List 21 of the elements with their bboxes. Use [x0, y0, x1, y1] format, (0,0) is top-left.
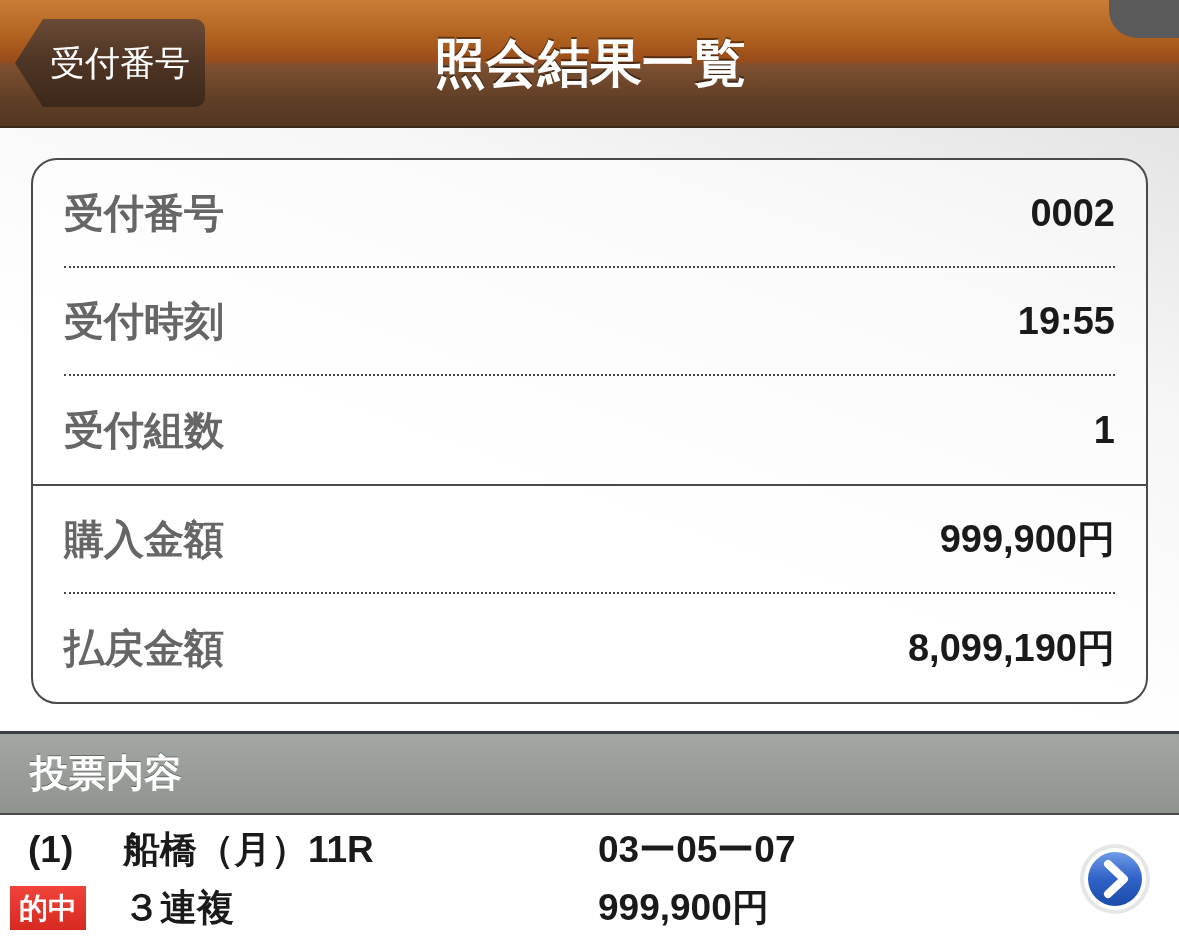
- field-value: 8,099,190円: [907, 625, 1115, 671]
- field-label: 受付組数: [64, 407, 224, 454]
- field-value: 0002: [1030, 190, 1115, 236]
- bet-number: (1): [27, 828, 75, 873]
- chevron-circle-icon[interactable]: [1079, 843, 1151, 915]
- field-label: 払戻金額: [64, 625, 224, 672]
- field-value: 999,900円: [939, 516, 1115, 562]
- back-button[interactable]: 受付番号: [15, 19, 205, 107]
- field-value: 1: [1093, 407, 1115, 453]
- section-title: 投票内容: [30, 751, 182, 796]
- field-label: 購入金額: [64, 516, 224, 563]
- panel-corner: [1109, 0, 1179, 38]
- screen-title: 照会結果一覧: [433, 32, 746, 94]
- field-label: 受付番号: [64, 190, 224, 237]
- field-value: 19:55: [1017, 298, 1115, 344]
- bet-type: ３連複: [123, 886, 235, 931]
- hit-badge: 的中: [10, 886, 86, 930]
- race-name: 船橋（月）11R: [123, 828, 375, 873]
- field-label: 受付時刻: [64, 298, 224, 345]
- bet-combination: 03ー05ー07: [598, 828, 797, 873]
- bet-amount: 999,900円: [598, 886, 770, 931]
